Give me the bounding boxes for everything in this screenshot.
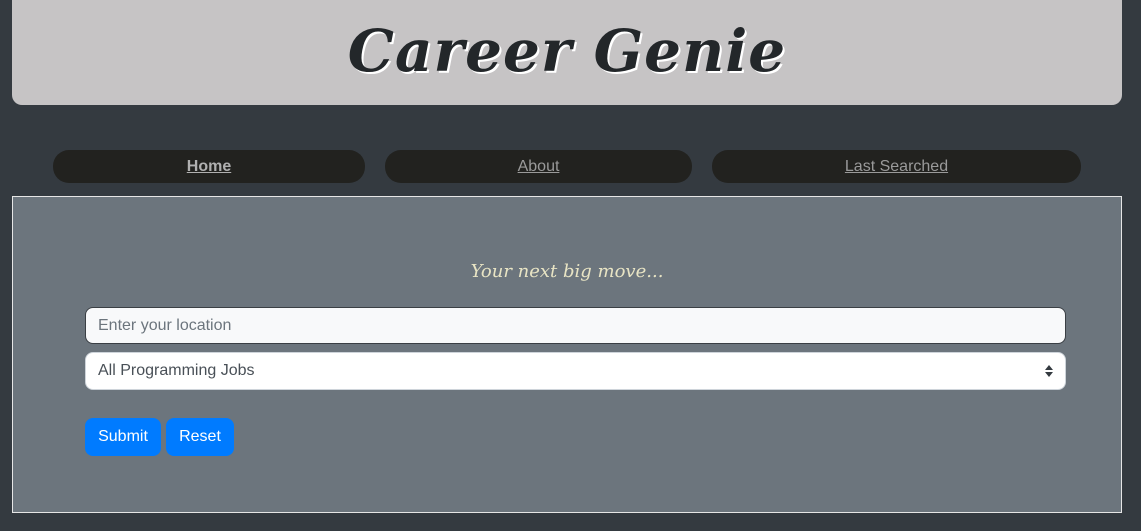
- nav-link-about[interactable]: About: [518, 158, 560, 176]
- nav-item-about[interactable]: About: [385, 150, 692, 183]
- nav-link-last-searched[interactable]: Last Searched: [845, 158, 948, 176]
- submit-button[interactable]: Submit: [85, 418, 161, 456]
- nav-link-home[interactable]: Home: [187, 158, 231, 176]
- job-type-select[interactable]: All Programming Jobs: [85, 352, 1066, 390]
- job-type-selected-value: All Programming Jobs: [98, 362, 255, 379]
- site-header: Career Genie: [12, 0, 1122, 105]
- tagline: Your next big move...: [470, 261, 664, 282]
- nav-item-last-searched[interactable]: Last Searched: [712, 150, 1081, 183]
- location-input[interactable]: [85, 307, 1066, 344]
- select-arrows-icon: [1045, 365, 1053, 377]
- reset-button[interactable]: Reset: [166, 418, 234, 456]
- nav-item-home[interactable]: Home: [53, 150, 365, 183]
- search-panel: Your next big move... All Programming Jo…: [12, 196, 1122, 513]
- site-title: Career Genie: [347, 16, 787, 85]
